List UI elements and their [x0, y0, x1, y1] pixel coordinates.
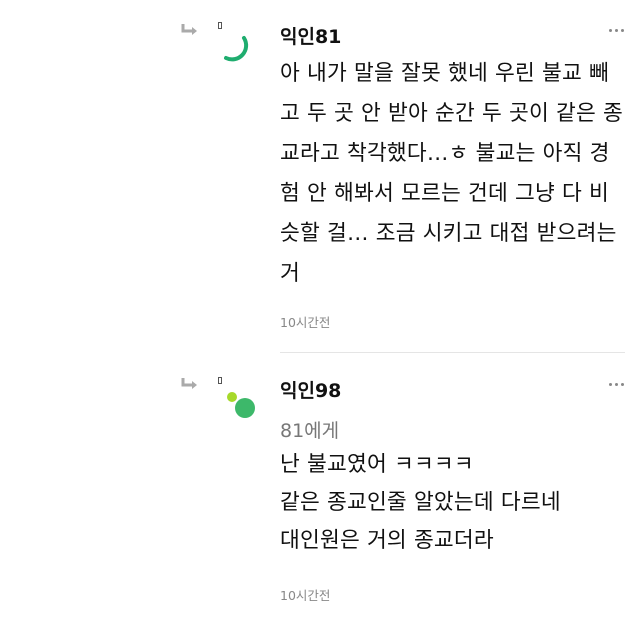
comment-line: 난 불교였어 ㅋㅋㅋㅋ	[280, 452, 474, 477]
comment-body: 아 내가 말을 잘못 했네 우린 불교 빼 고 두 곳 안 받아 순간 두 곳이…	[280, 54, 630, 294]
comment-line: 대인원은 거의 종교더라	[280, 528, 494, 553]
avatar-dots-icon	[227, 392, 255, 418]
reply-arrow-icon	[181, 378, 197, 389]
comment-line: 아 내가 말을 잘못 했네 우린 불교 빼	[280, 61, 609, 86]
comment-line: 고 두 곳 안 받아 순간 두 곳이 같은 종	[280, 101, 624, 126]
comment-timestamp: 10시간전	[280, 315, 331, 330]
reply-mention[interactable]: 81에게	[280, 416, 339, 443]
avatar-ring-icon	[224, 36, 249, 62]
comment-author[interactable]: 익인98	[280, 376, 341, 403]
comment-body: 난 불교였어 ㅋㅋㅋㅋ 같은 종교인줄 알았는데 다르네 대인원은 거의 종교더…	[280, 446, 630, 560]
comment-line: 같은 종교인줄 알았는데 다르네	[280, 490, 561, 515]
comment-timestamp: 10시간전	[280, 588, 331, 603]
comment-line: 슷할 걸… 조금 시키고 대접 받으려는	[280, 221, 617, 246]
reply-arrow-icon	[181, 24, 197, 35]
comment-thread: { "comments": [ { "nickname": "익인81", "m…	[0, 0, 640, 620]
comment-line: 거	[280, 261, 300, 286]
avatar[interactable]	[212, 22, 262, 72]
avatar[interactable]	[212, 377, 262, 427]
comment-line: 교라고 착각했다…ㅎ 불교는 아직 경	[280, 141, 610, 166]
comment-author[interactable]: 익인81	[280, 22, 341, 49]
more-dots-icon[interactable]	[609, 29, 627, 35]
more-dots-icon[interactable]	[609, 383, 627, 389]
divider	[280, 352, 625, 353]
comment-line: 험 안 해봐서 모르는 건데 그냥 다 비	[280, 181, 609, 206]
